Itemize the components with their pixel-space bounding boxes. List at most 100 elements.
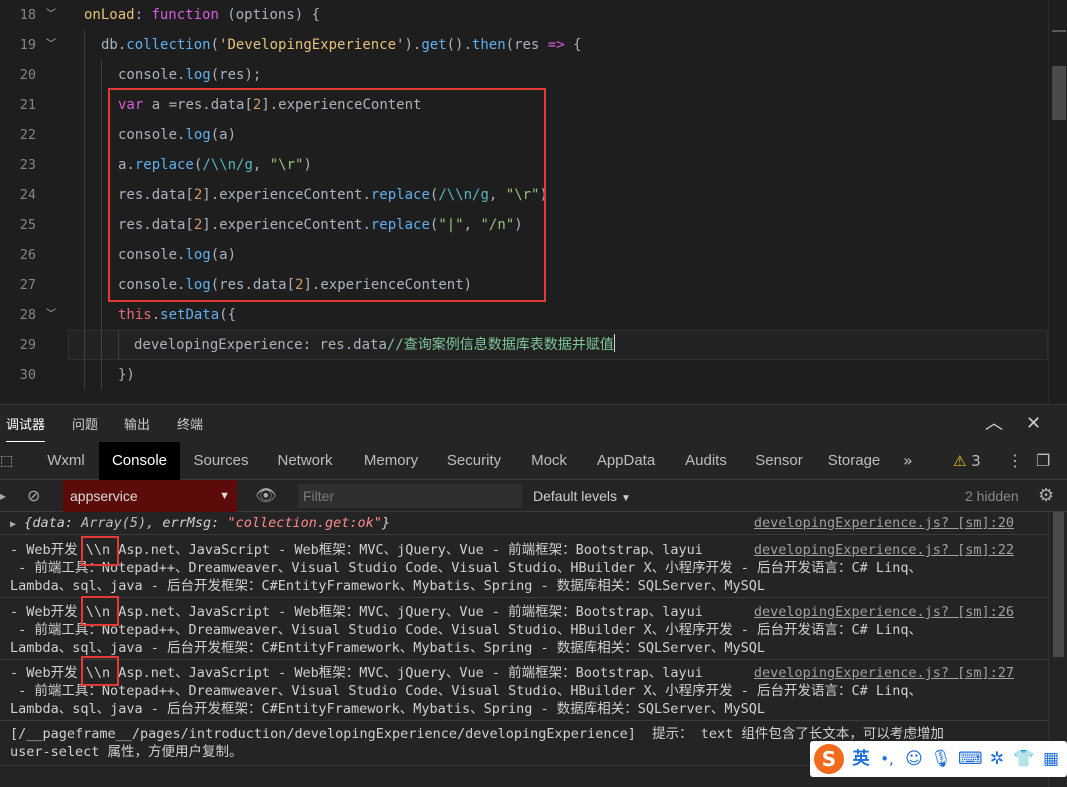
hidden-messages-count: 2 hidden	[965, 488, 1019, 504]
log-line: - 前端工具：Notepad++、Dreamweaver、Visual Stud…	[10, 622, 922, 638]
console-entry[interactable]: - Web开发|\\n Asp.net、JavaScript - Web框架：M…	[0, 656, 1048, 721]
source-link[interactable]: developingExperience.js? [sm]:22	[753, 541, 1014, 559]
obj-key-errmsg: errMsg	[162, 515, 212, 531]
tab-terminal[interactable]: 终端	[177, 405, 203, 443]
tab-problems[interactable]: 问题	[72, 405, 98, 443]
console-entry[interactable]: ▶ {data: Array(5), errMsg: "collection.g…	[0, 512, 1048, 535]
fold-chevron-icon[interactable]: ﹀	[46, 30, 58, 60]
indent-guide	[101, 330, 102, 360]
context-select[interactable]: appservice ▼	[63, 480, 237, 512]
tab-output[interactable]: 输出	[124, 405, 150, 443]
indent-guide	[84, 330, 85, 360]
tab-wxml[interactable]: Wxml	[36, 442, 96, 480]
indent-guide	[84, 90, 85, 120]
tab-memory[interactable]: Memory	[355, 442, 427, 480]
code-text: this.setData({	[118, 307, 237, 323]
tab-appdata[interactable]: AppData	[589, 442, 663, 480]
maximize-panel-icon[interactable]: ︿	[985, 405, 1003, 443]
dropdown-arrow-icon: ▼	[219, 490, 230, 502]
log-line: - 前端工具：Notepad++、Dreamweaver、Visual Stud…	[10, 560, 922, 576]
indent-guide	[84, 120, 85, 150]
warning-count: 3	[971, 452, 981, 470]
line-number: 24	[19, 187, 36, 203]
log-line: [/__pageframe__/pages/introduction/devel…	[10, 726, 944, 742]
line-number: 18	[19, 7, 36, 23]
source-link[interactable]: developingExperience.js? [sm]:27	[753, 664, 1014, 682]
line-number: 30	[19, 367, 36, 383]
code-text: developingExperience: res.data//查询案例信息数据…	[134, 330, 615, 360]
editor-scrollbar[interactable]	[1048, 0, 1067, 404]
code-line-28[interactable]: 28 ﹀ this.setData({	[0, 300, 1048, 330]
indent-guide	[101, 240, 102, 270]
line-number: 19	[19, 37, 36, 53]
indent-guide	[84, 60, 85, 90]
line-number: 20	[19, 67, 36, 83]
code-text: onLoad: function (options) {	[84, 7, 321, 23]
code-editor[interactable]: 18 ﹀ onLoad: function (options) { 19 ﹀ d…	[0, 0, 1067, 404]
sidebar-toggle-icon[interactable]: ▸	[0, 480, 6, 512]
code-line-30[interactable]: 30 })	[0, 360, 1048, 390]
tab-audits[interactable]: Audits	[677, 442, 735, 480]
more-tabs-chevron-icon[interactable]: »	[903, 442, 913, 480]
tab-console[interactable]: Console	[99, 442, 180, 480]
sogou-logo-icon[interactable]: S	[814, 744, 844, 774]
emoji-icon[interactable]: ☺	[903, 741, 925, 777]
console-entry[interactable]: - Web开发|\\n Asp.net、JavaScript - Web框架：M…	[0, 536, 1048, 598]
ime-punctuation-toggle[interactable]: •,	[876, 741, 898, 777]
indent-guide	[101, 300, 102, 330]
log-line: - 前端工具：Notepad++、Dreamweaver、Visual Stud…	[10, 683, 922, 699]
skin-shirt-icon[interactable]: 👕	[1013, 741, 1035, 777]
fold-chevron-icon[interactable]: ﹀	[46, 300, 58, 330]
menu-grid-icon[interactable]: ▦	[1040, 741, 1062, 777]
console-entry[interactable]: - Web开发|\\n Asp.net、JavaScript - Web框架：M…	[0, 596, 1048, 660]
code-line-18[interactable]: 18 ﹀ onLoad: function (options) {	[0, 0, 1048, 30]
tab-storage[interactable]: Storage	[821, 442, 887, 480]
filter-input[interactable]: Filter	[298, 484, 522, 508]
log-levels-dropdown[interactable]: Default levels ▼	[533, 480, 631, 512]
log-line: Lambda、sql、java - 后台开发框架：C#EntityFramewo…	[10, 578, 766, 594]
fold-chevron-icon[interactable]: ﹀	[46, 0, 58, 30]
line-number: 26	[19, 247, 36, 263]
tools-icon[interactable]: ✲	[986, 741, 1008, 777]
source-link[interactable]: developingExperience.js? [sm]:26	[753, 603, 1014, 621]
indent-guide	[84, 300, 85, 330]
ime-language-toggle[interactable]: 英	[850, 741, 872, 777]
indent-guide	[118, 330, 119, 360]
clear-console-icon[interactable]: ⊘	[27, 480, 40, 512]
annotation-red-box	[108, 88, 546, 302]
tab-sources[interactable]: Sources	[186, 442, 256, 480]
tab-mock[interactable]: Mock	[523, 442, 575, 480]
log-line: user-select 属性，方便用户复制。	[10, 744, 243, 760]
tab-network[interactable]: Network	[268, 442, 342, 480]
indent-guide	[84, 180, 85, 210]
microphone-icon[interactable]: 🎙	[930, 741, 952, 777]
tab-security[interactable]: Security	[440, 442, 508, 480]
indent-guide	[84, 210, 85, 240]
console-settings-gear-icon[interactable]: ⚙	[1038, 480, 1054, 512]
dropdown-arrow-icon: ▼	[620, 493, 631, 504]
line-number: 28	[19, 307, 36, 323]
code-line-20[interactable]: 20 console.log(res);	[0, 60, 1048, 90]
code-text: console.log(res);	[118, 67, 262, 83]
inspect-element-icon[interactable]: ⬚	[0, 442, 14, 480]
warnings-counter[interactable]: ⚠ 3	[953, 442, 981, 480]
more-options-icon[interactable]: ⋮	[1007, 442, 1023, 480]
code-line-29[interactable]: 29 developingExperience: res.data//查询案例信…	[0, 330, 1048, 360]
scrollbar-thumb[interactable]	[1052, 66, 1066, 120]
keyboard-icon[interactable]: ⌨	[958, 741, 983, 777]
expand-triangle-icon[interactable]: ▶	[10, 519, 16, 530]
tab-debugger[interactable]: 调试器	[6, 405, 46, 443]
source-link[interactable]: developingExperience.js? [sm]:20	[753, 514, 1014, 532]
line-number: 27	[19, 277, 36, 293]
close-panel-icon[interactable]: ✕	[1026, 405, 1041, 443]
tab-sensor[interactable]: Sensor	[749, 442, 809, 480]
code-text: db.collection('DevelopingExperience').ge…	[101, 37, 582, 53]
scrollbar-thumb[interactable]	[1053, 512, 1064, 657]
log-levels-label: Default levels	[533, 488, 618, 504]
live-expression-eye-icon[interactable]: 👁	[255, 480, 277, 512]
line-number: 25	[19, 217, 36, 233]
indent-guide	[101, 270, 102, 300]
line-number: 23	[19, 157, 36, 173]
code-line-19[interactable]: 19 ﹀ db.collection('DevelopingExperience…	[0, 30, 1048, 60]
dock-side-icon[interactable]: ❐	[1036, 442, 1050, 480]
